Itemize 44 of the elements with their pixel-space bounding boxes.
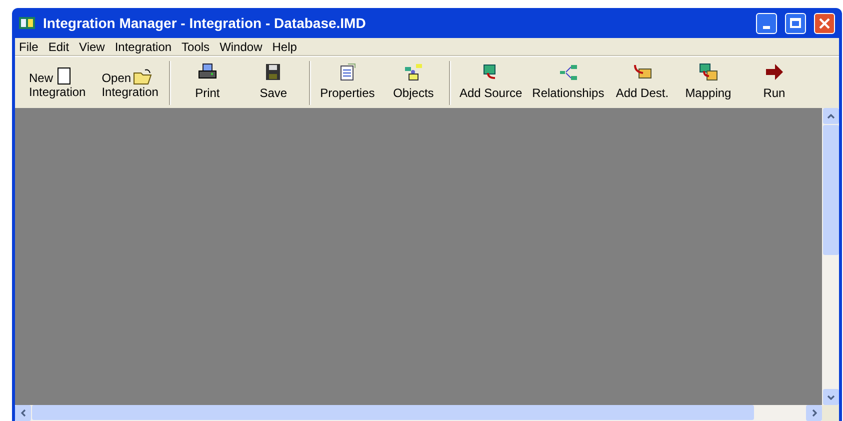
scroll-thumb[interactable]: [822, 125, 838, 255]
tables-arrow-icon: [698, 63, 718, 81]
scroll-up-button[interactable]: [822, 108, 838, 124]
chevron-up-icon: [826, 114, 834, 118]
toolbar-button[interactable]: Relationships: [527, 60, 610, 106]
toolbar-button[interactable]: Add Source: [454, 60, 528, 106]
chevron-right-icon: [812, 409, 816, 417]
toolbar-button[interactable]: Mapping: [675, 60, 742, 106]
scroll-right-button[interactable]: [806, 405, 822, 421]
right-arrow-icon: [764, 63, 784, 81]
scroll-down-button[interactable]: [822, 389, 838, 405]
close-icon: [819, 18, 830, 28]
close-button[interactable]: [814, 12, 835, 34]
menu-item[interactable]: Integration: [114, 38, 172, 56]
scroll-left-button[interactable]: [15, 405, 31, 421]
menu-item[interactable]: File: [19, 38, 38, 56]
window-title: Integration Manager - Integration - Database.IMD: [43, 14, 367, 33]
menu-item[interactable]: Window: [220, 38, 262, 56]
menu-item[interactable]: View: [79, 38, 105, 56]
toolbar-button[interactable]: Properties: [314, 60, 380, 106]
toolbar-button[interactable]: Save: [240, 60, 306, 106]
toolbar-button[interactable]: Add Dest.: [609, 60, 676, 106]
toolbar-button[interactable]: Print: [174, 60, 240, 106]
resize-grip[interactable]: [822, 405, 839, 421]
toolbar-button[interactable]: Run: [741, 60, 808, 106]
menu-item[interactable]: Edit: [48, 38, 70, 56]
printer-icon: [198, 63, 217, 81]
table-arrow-icon: [632, 63, 652, 81]
app-icon: [19, 16, 35, 30]
branch-tables-icon: [558, 63, 578, 81]
toolbar-button[interactable]: Open Integration: [94, 60, 166, 106]
menu-item[interactable]: Help: [272, 38, 297, 56]
horizontal-scroll-thumb[interactable]: [32, 405, 754, 420]
vertical-scrollbar[interactable]: [822, 108, 839, 405]
chevron-down-icon: [826, 394, 834, 400]
folder-icon: [133, 66, 152, 84]
chevron-left-icon: [20, 409, 26, 417]
toolbar-button[interactable]: Objects: [380, 60, 446, 106]
maximize-button[interactable]: [785, 12, 806, 34]
toolbar-button[interactable]: New Integration: [21, 60, 94, 106]
menu-item[interactable]: Tools: [182, 38, 210, 56]
objects-icon: [404, 63, 423, 81]
minimize-button[interactable]: [756, 12, 777, 34]
document-list-icon: [338, 63, 357, 81]
